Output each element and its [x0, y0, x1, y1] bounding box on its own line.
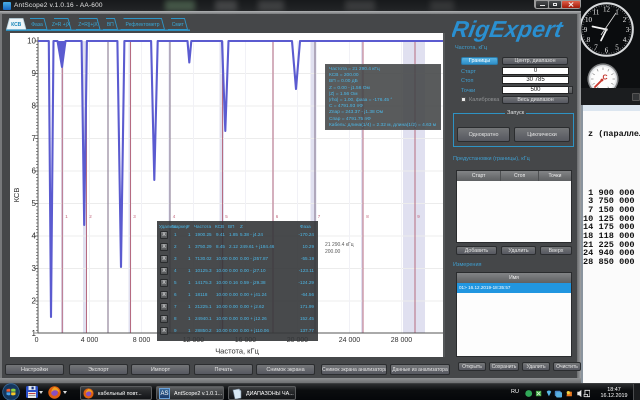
svg-text:5: 5	[225, 214, 228, 219]
svg-text:Z=R||+jX: Z=R||+jX	[78, 22, 98, 28]
svg-text:3: 3	[133, 214, 136, 219]
svg-text:1: 1	[65, 214, 68, 219]
svg-text:5: 5	[32, 199, 37, 208]
svg-text:2: 2	[623, 16, 627, 24]
svg-text:9: 9	[584, 26, 588, 34]
svg-text:7: 7	[32, 134, 37, 143]
svg-text:6: 6	[32, 167, 37, 176]
svg-text:КСВ: КСВ	[12, 188, 21, 203]
svg-text:9: 9	[32, 69, 37, 78]
svg-text:8 000: 8 000	[133, 337, 151, 344]
svg-text:10: 10	[27, 37, 36, 46]
svg-text:28 000: 28 000	[391, 337, 413, 344]
svg-text:4: 4	[173, 214, 176, 219]
svg-text:4: 4	[32, 232, 37, 241]
svg-text:4: 4	[623, 36, 627, 44]
svg-text:Фаза: Фаза	[31, 22, 43, 28]
svg-text:2: 2	[89, 214, 92, 219]
svg-text:8: 8	[366, 214, 369, 219]
svg-text:Z=R +jX: Z=R +jX	[52, 22, 71, 28]
svg-text:8: 8	[587, 36, 591, 44]
svg-text:4 000: 4 000	[81, 337, 99, 344]
svg-text:3: 3	[626, 26, 630, 34]
svg-text:24 000: 24 000	[339, 337, 361, 344]
svg-text:ВП: ВП	[107, 22, 114, 28]
svg-text:1: 1	[615, 9, 619, 17]
svg-text:8: 8	[32, 102, 37, 111]
svg-text:Рефлектометр: Рефлектометр	[126, 22, 160, 28]
svg-text:Смит: Смит	[172, 22, 185, 28]
svg-text:Частота, кГц: Частота, кГц	[215, 347, 259, 356]
svg-text:2: 2	[32, 297, 37, 306]
svg-text:11: 11	[593, 9, 600, 17]
svg-text:3: 3	[32, 264, 37, 273]
svg-text:10: 10	[585, 16, 593, 24]
svg-text:7: 7	[594, 44, 598, 52]
svg-text:6: 6	[276, 214, 279, 219]
svg-text:7: 7	[318, 214, 321, 219]
svg-text:0: 0	[35, 337, 39, 344]
svg-text:КСВ: КСВ	[11, 22, 22, 28]
